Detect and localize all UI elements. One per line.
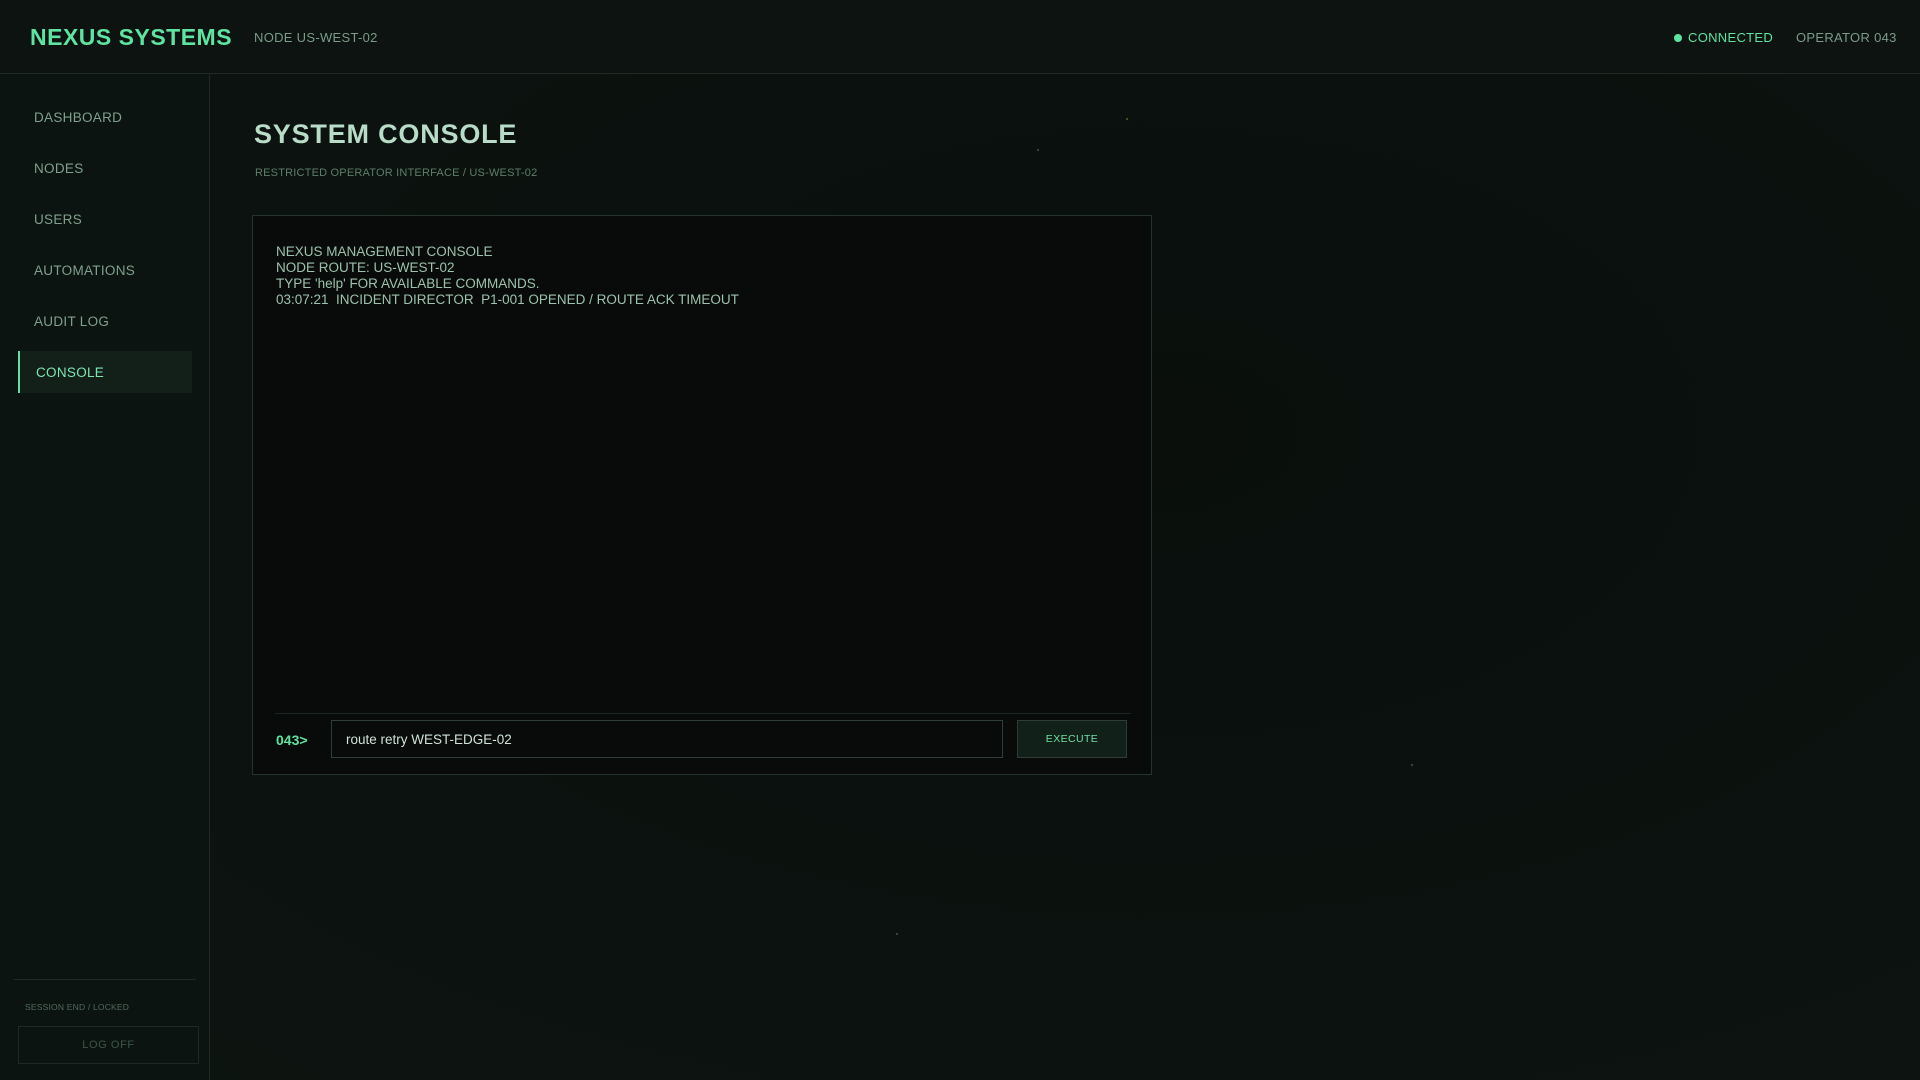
decorative-speck bbox=[1126, 118, 1128, 120]
page-title: SYSTEM CONSOLE bbox=[254, 119, 518, 149]
sidebar-nav: DASHBOARD NODES USERS AUTOMATIONS AUDIT … bbox=[18, 96, 192, 402]
console-panel: NEXUS MANAGEMENT CONSOLE NODE ROUTE: US-… bbox=[252, 215, 1152, 775]
console-line: NODE ROUTE: US-WEST-02 bbox=[276, 260, 455, 275]
sidebar-item-automations[interactable]: AUTOMATIONS bbox=[18, 249, 192, 291]
operator-label: OPERATOR 043 bbox=[1796, 30, 1897, 45]
log-off-button[interactable]: LOG OFF bbox=[18, 1026, 199, 1064]
sidebar-item-dashboard[interactable]: DASHBOARD bbox=[18, 96, 192, 138]
console-output: NEXUS MANAGEMENT CONSOLE NODE ROUTE: US-… bbox=[276, 244, 1126, 308]
decorative-speck bbox=[1037, 149, 1039, 151]
sidebar-divider bbox=[14, 979, 196, 980]
sidebar-item-nodes[interactable]: NODES bbox=[18, 147, 192, 189]
node-label: NODE US-WEST-02 bbox=[254, 30, 378, 45]
console-line: NEXUS MANAGEMENT CONSOLE bbox=[276, 244, 493, 259]
connection-status: CONNECTED bbox=[1674, 30, 1773, 45]
page-subtitle: RESTRICTED OPERATOR INTERFACE / US-WEST-… bbox=[255, 167, 538, 179]
sidebar-item-console[interactable]: CONSOLE bbox=[18, 351, 192, 393]
session-status-label: SESSION END / LOCKED bbox=[25, 1002, 130, 1012]
app-root: NEXUS SYSTEMS NODE US-WEST-02 CONNECTED … bbox=[0, 0, 1920, 1080]
decorative-speck bbox=[896, 933, 898, 935]
top-header: NEXUS SYSTEMS NODE US-WEST-02 CONNECTED … bbox=[0, 0, 1920, 74]
execute-button[interactable]: EXECUTE bbox=[1017, 720, 1127, 758]
sidebar-item-audit-log[interactable]: AUDIT LOG bbox=[18, 300, 192, 342]
console-line: 03:07:21 INCIDENT DIRECTOR P1-001 OPENED… bbox=[276, 292, 739, 307]
command-input[interactable] bbox=[331, 720, 1003, 758]
console-line: TYPE 'help' FOR AVAILABLE COMMANDS. bbox=[276, 276, 540, 291]
decorative-speck bbox=[1411, 764, 1413, 766]
brand-logo: NEXUS SYSTEMS bbox=[30, 24, 233, 50]
command-prompt: 043> bbox=[276, 732, 308, 748]
status-dot-icon bbox=[1674, 33, 1682, 42]
sidebar: DASHBOARD NODES USERS AUTOMATIONS AUDIT … bbox=[0, 74, 210, 1080]
connection-status-label: CONNECTED bbox=[1688, 30, 1774, 45]
console-divider bbox=[275, 713, 1131, 714]
sidebar-item-users[interactable]: USERS bbox=[18, 198, 192, 240]
